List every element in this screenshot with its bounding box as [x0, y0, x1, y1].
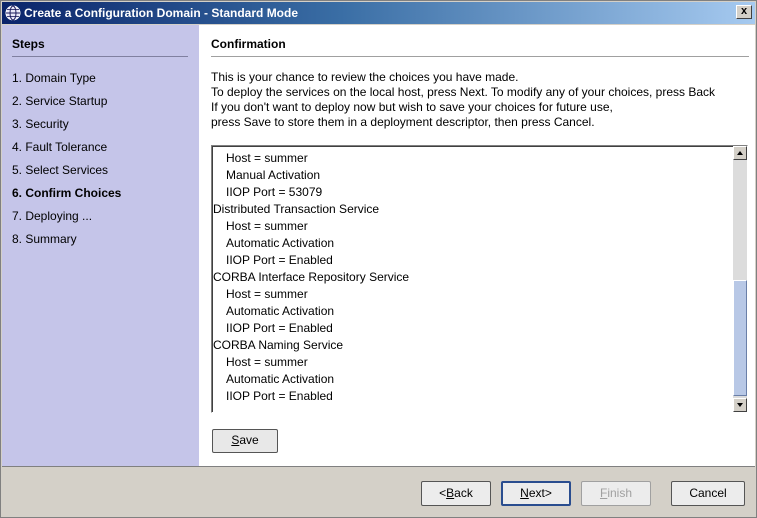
choices-review-list[interactable]: Host = summer Manual Activation IIOP Port … [211, 145, 748, 413]
wizard-content: Steps 1. Domain Type 2. Service Startup 3.… [2, 25, 755, 466]
intro-line: If you don't want to deploy now but wish… [211, 100, 613, 114]
intro-line: To deploy the services on the local host… [211, 85, 716, 99]
intro-text: This is your chance to review the choice… [211, 70, 753, 130]
intro-line: press Save to store them in a deployment… [211, 115, 595, 129]
review-detail-line: Automatic Activation [226, 304, 335, 318]
step-item: 8. Summary [12, 232, 77, 246]
back-mnemonic: B [446, 486, 455, 500]
scroll-down-arrow-icon[interactable] [733, 398, 747, 412]
section-title: Confirmation [211, 37, 286, 51]
review-service-line: CORBA Naming Service [213, 338, 344, 352]
finish-label: inish [607, 486, 633, 500]
back-button[interactable]: <Back [421, 481, 491, 506]
step-item: 6. Confirm Choices [12, 186, 122, 200]
review-detail-line: IIOP Port = Enabled [226, 253, 333, 267]
save-button[interactable]: Save [212, 429, 278, 453]
next-label: ext> [528, 486, 552, 500]
review-detail-line: Manual Activation [226, 168, 321, 182]
close-button[interactable]: x [736, 5, 752, 19]
review-detail-line: IIOP Port = Enabled [226, 389, 333, 403]
close-icon: x [740, 5, 748, 17]
scroll-thumb[interactable] [733, 280, 747, 396]
review-detail-line: Automatic Activation [226, 372, 335, 386]
finish-button[interactable]: Finish [581, 481, 651, 506]
vertical-scrollbar[interactable] [733, 146, 747, 412]
step-item: 3. Security [12, 117, 69, 131]
review-detail-line: Host = summer [226, 287, 308, 301]
step-item: 7. Deploying ... [12, 209, 93, 223]
step-item: 4. Fault Tolerance [12, 140, 108, 154]
review-detail-line: Host = summer [226, 219, 308, 233]
review-lines: Host = summer Manual Activation IIOP Port … [213, 151, 733, 406]
confirmation-panel: Confirmation This is your chance to revi… [199, 25, 755, 466]
title-bar[interactable]: Create a Configuration Domain - Standard… [2, 2, 755, 24]
step-item: 2. Service Startup [12, 94, 108, 108]
window-title: Create a Configuration Domain - Standard… [24, 6, 299, 20]
dialog-window: Create a Configuration Domain - Standard… [0, 0, 757, 518]
next-mnemonic: N [520, 486, 529, 500]
step-item: 5. Select Services [12, 163, 109, 177]
review-detail-line: Automatic Activation [226, 236, 335, 250]
steps-sidebar: Steps 1. Domain Type 2. Service Startup 3.… [2, 25, 199, 466]
button-bar: <Back Next> Finish Cancel [2, 466, 755, 517]
globe-icon [5, 5, 21, 21]
review-detail-line: IIOP Port = 53079 [226, 185, 323, 199]
review-service-line: CORBA Interface Repository Service [213, 270, 410, 284]
review-detail-line: IIOP Port = Enabled [226, 321, 333, 335]
save-label: ave [239, 433, 259, 447]
review-service-line: Distributed Transaction Service [213, 202, 380, 216]
review-detail-line: Host = summer [226, 355, 308, 369]
step-item: 1. Domain Type [12, 71, 96, 85]
cancel-button[interactable]: Cancel [671, 481, 745, 506]
review-detail-line: Host = summer [226, 151, 308, 165]
scroll-up-arrow-icon[interactable] [733, 146, 747, 160]
steps-list: 1. Domain Type 2. Service Startup 3. Secur… [12, 71, 121, 255]
steps-heading: Steps [12, 37, 45, 51]
section-divider [211, 56, 749, 57]
back-label: ack [454, 486, 473, 500]
intro-line: This is your chance to review the choice… [211, 70, 519, 84]
next-button[interactable]: Next> [501, 481, 571, 506]
steps-divider [12, 56, 188, 57]
